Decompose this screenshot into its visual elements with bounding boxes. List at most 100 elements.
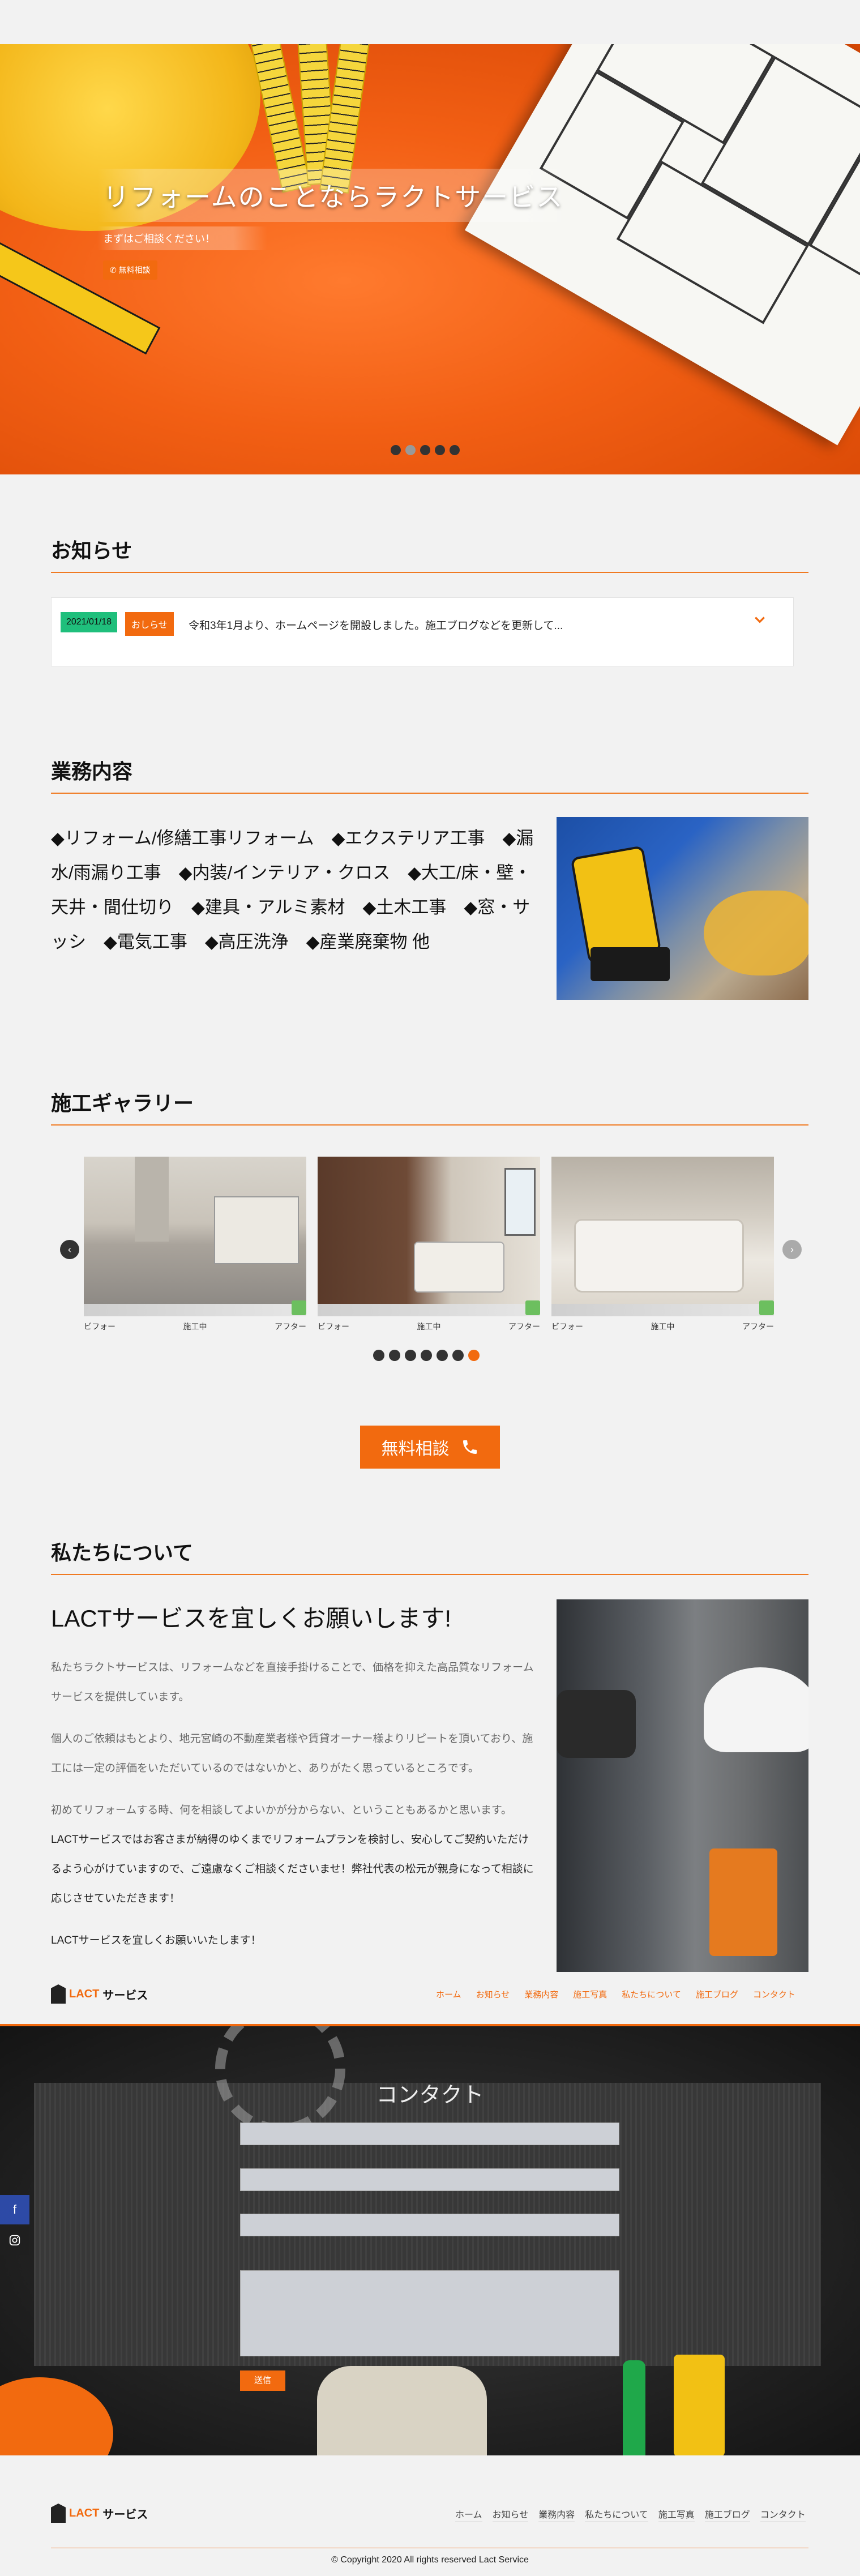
contact-section: コンタクト 送信: [0, 2024, 860, 2455]
services-list: ◆リフォーム/修繕工事リフォーム ◆エクステリア工事 ◆漏水/雨漏り工事 ◆内装…: [51, 828, 534, 952]
copyright: © Copyright 2020 All rights reserved Lac…: [331, 2555, 529, 2565]
logo-text: サービス: [102, 1989, 148, 2002]
slider-handle[interactable]: [292, 1300, 306, 1315]
comparison-slider[interactable]: [551, 1300, 774, 1316]
news-heading: お知らせ: [51, 534, 808, 573]
hero-dot[interactable]: [450, 445, 460, 455]
email-field[interactable]: [240, 2168, 619, 2191]
gallery-card[interactable]: ビフォー 施工中 アフター: [318, 1157, 540, 1337]
instagram-button[interactable]: [0, 2226, 29, 2255]
power-drill-photo: [557, 817, 808, 1000]
hero-consult-label: 無料相談: [118, 266, 151, 275]
gallery-dot[interactable]: [452, 1350, 464, 1361]
chevron-down-icon[interactable]: [754, 614, 766, 626]
about-text: 私たちラクトサービスは、リフォームなどを直接手掛けることで、価格を抑えた高品質な…: [51, 1653, 538, 1968]
nav-item-services[interactable]: 業務内容: [524, 1988, 558, 2000]
footer-logo[interactable]: LACT サービス: [51, 2504, 148, 2523]
nav-item-news[interactable]: お知らせ: [476, 1988, 510, 2000]
instagram-icon: [9, 2235, 20, 2246]
facebook-button[interactable]: f: [0, 2195, 29, 2224]
hero-dot[interactable]: [405, 445, 416, 455]
logo-text-accent: LACT: [69, 1987, 100, 2000]
gallery-card[interactable]: ビフォー 施工中 アフター: [551, 1157, 774, 1337]
nav-item-about[interactable]: 私たちについて: [622, 1988, 681, 2000]
label-during: 施工中: [417, 1322, 441, 1331]
logo-mark-icon: [51, 2504, 66, 2523]
hero-dot[interactable]: [435, 445, 445, 455]
gallery-prev-button[interactable]: ‹: [60, 1240, 79, 1259]
label-before: ビフォー: [84, 1322, 115, 1331]
logo-text-accent: LACT: [69, 2506, 100, 2519]
gallery-next-button[interactable]: ›: [782, 1240, 802, 1259]
hero-dot[interactable]: [420, 445, 430, 455]
site-logo[interactable]: LACT サービス: [51, 1984, 148, 2004]
before-after-photo: [84, 1157, 306, 1304]
contact-heading: コンタクト: [376, 2083, 484, 2107]
about-paragraph: 私たちラクトサービスは、リフォームなどを直接手掛けることで、価格を抑えた高品質な…: [51, 1662, 534, 1703]
comparison-slider[interactable]: [318, 1300, 540, 1316]
about-lead: LACTサービスを宜しくお願いします!: [51, 1605, 452, 1632]
phone-icon: ✆: [110, 266, 117, 275]
gallery-dot[interactable]: [405, 1350, 416, 1361]
logo-text: サービス: [102, 2508, 148, 2521]
hard-hat-image: [0, 2377, 113, 2455]
gallery-pagination: [373, 1350, 480, 1361]
gallery-dot[interactable]: [437, 1350, 448, 1361]
about-paragraph: LACTサービスではお客さまが納得のゆくまでリフォームプランを検討し、安心してご…: [51, 1834, 534, 1905]
gallery-card[interactable]: ビフォー 施工中 アフター: [84, 1157, 306, 1337]
hero-caption: リフォームのことならラクトサービス まずはご相談ください！ ✆ 無料相談: [97, 169, 570, 280]
footer-nav-about[interactable]: 私たちについて: [585, 2507, 648, 2522]
label-during: 施工中: [651, 1322, 675, 1331]
message-field[interactable]: [240, 2270, 619, 2356]
tool-image: [674, 2355, 725, 2455]
gallery-dot[interactable]: [389, 1350, 400, 1361]
footer-nav: ホーム お知らせ 業務内容 私たちについて 施工写真 施工ブログ コンタクト: [455, 2507, 806, 2522]
footer-nav-home[interactable]: ホーム: [455, 2507, 482, 2522]
news-item[interactable]: 2021/01/18 おしらせ 令和3年1月より、ホームページを開設しました。施…: [51, 597, 794, 666]
nav-item-photos[interactable]: 施工写真: [573, 1988, 607, 2000]
name-field[interactable]: [240, 2123, 619, 2145]
gallery-dot[interactable]: [373, 1350, 384, 1361]
nav-item-home[interactable]: ホーム: [436, 1988, 461, 2000]
footer-nav-news[interactable]: お知らせ: [492, 2507, 529, 2522]
news-category-badge: おしらせ: [125, 612, 174, 636]
label-before: ビフォー: [551, 1322, 583, 1331]
work-gloves-image: [317, 2366, 487, 2455]
hero-dot[interactable]: [391, 445, 401, 455]
free-consult-button[interactable]: 無料相談: [360, 1426, 500, 1469]
hero-slider: リフォームのことならラクトサービス まずはご相談ください！ ✆ 無料相談: [0, 44, 860, 474]
logo-mark-icon: [51, 1984, 66, 2004]
hero-pagination: [391, 445, 460, 455]
gallery-dot[interactable]: [421, 1350, 432, 1361]
main-nav: ホーム お知らせ 業務内容 施工写真 私たちについて 施工ブログ コンタクト: [436, 1988, 795, 2000]
footer-nav-contact[interactable]: コンタクト: [760, 2507, 806, 2522]
news-text: 令和3年1月より、ホームページを開設しました。施工ブログなどを更新して...: [189, 620, 563, 632]
gallery-labels: ビフォー 施工中 アフター: [84, 1316, 306, 1332]
news-date-badge: 2021/01/18: [61, 612, 118, 632]
before-after-photo: [551, 1157, 774, 1304]
gallery-dot[interactable]: [468, 1350, 480, 1361]
worker-photo: [557, 1599, 808, 1972]
label-after: アフター: [508, 1322, 540, 1331]
hero-subtitle: まずはご相談ください！: [97, 226, 267, 250]
gallery-labels: ビフォー 施工中 アフター: [551, 1316, 774, 1332]
facebook-icon: f: [12, 2202, 17, 2216]
footer-nav-photos[interactable]: 施工写真: [658, 2507, 695, 2522]
chevron-left-icon: ‹: [68, 1244, 71, 1255]
slider-handle[interactable]: [525, 1300, 540, 1315]
label-during: 施工中: [183, 1322, 207, 1331]
label-after: アフター: [275, 1322, 306, 1331]
slider-handle[interactable]: [759, 1300, 774, 1315]
label-before: ビフォー: [318, 1322, 349, 1331]
footer-nav-blog[interactable]: 施工ブログ: [704, 2507, 750, 2522]
footer-nav-services[interactable]: 業務内容: [538, 2507, 575, 2522]
hero-title: リフォームのことならラクトサービス: [97, 169, 570, 222]
nav-item-contact[interactable]: コンタクト: [753, 1988, 795, 2000]
send-button[interactable]: 送信: [240, 2370, 285, 2391]
subject-field[interactable]: [240, 2214, 619, 2236]
hero-consult-button[interactable]: ✆ 無料相談: [103, 260, 157, 280]
about-paragraph: 個人のご依頼はもとより、地元宮崎の不動産業者様や賃貸オーナー様よりリピートを頂い…: [51, 1733, 533, 1774]
screwdriver-image: [623, 2360, 645, 2455]
comparison-slider[interactable]: [84, 1300, 306, 1316]
nav-item-blog[interactable]: 施工ブログ: [696, 1988, 738, 2000]
